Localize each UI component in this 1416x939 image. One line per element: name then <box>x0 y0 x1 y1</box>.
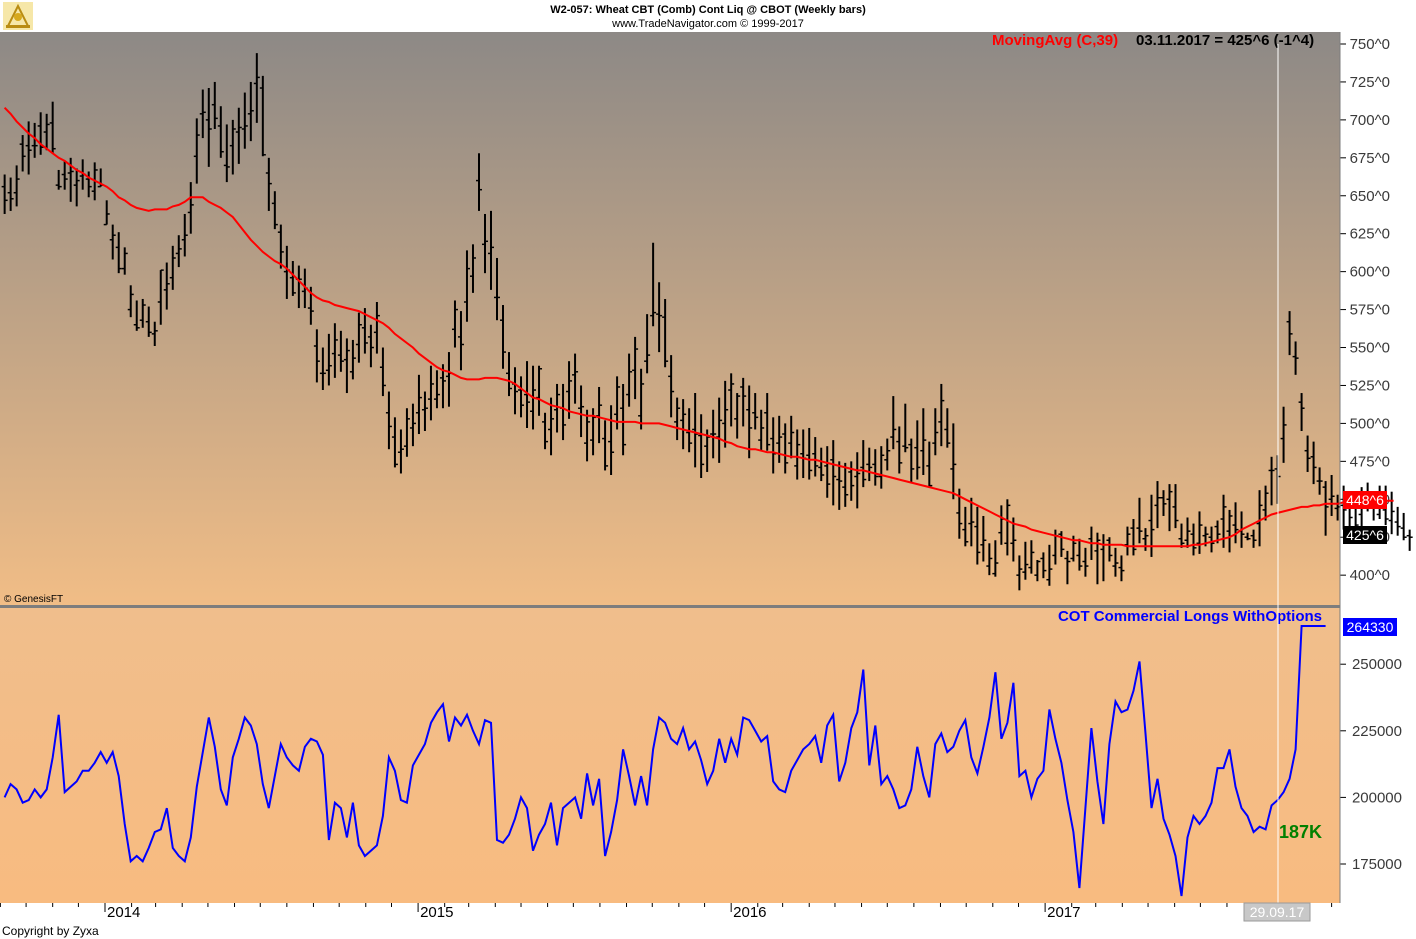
ma-legend-label: MovingAvg (C,39) <box>992 32 1118 49</box>
cot-annotation-187k: 187K <box>1279 822 1322 842</box>
price-tick-label: 575^0 <box>1350 302 1390 319</box>
ma-value-tag-text: 448^6 <box>1346 492 1384 508</box>
ma-legend-value: 03.11.2017 = 425^6 (-1^4) <box>1136 32 1314 49</box>
cot-tick-label: 175000 <box>1352 856 1402 873</box>
price-tick-label: 650^0 <box>1350 188 1390 205</box>
price-tick-label: 700^0 <box>1350 112 1390 129</box>
cursor-date-text: 29.09.17 <box>1250 904 1305 920</box>
last-price-tag: 425^6 <box>1343 526 1387 544</box>
source-label: © GenesisFT <box>4 594 63 605</box>
cot-panel-bg <box>0 608 1340 903</box>
year-label: 2016 <box>733 904 766 921</box>
cursor-date-tag: 29.09.17 <box>1243 902 1311 922</box>
cot-y-axis: 250000 225000 200000 175000 <box>1340 656 1402 873</box>
year-label: 2017 <box>1047 904 1080 921</box>
price-tick-label: 725^0 <box>1350 74 1390 91</box>
cot-tick-label: 200000 <box>1352 789 1402 806</box>
year-label: 2015 <box>420 904 453 921</box>
ma-value-tag: 448^6 <box>1343 491 1387 509</box>
cot-tick-label: 250000 <box>1352 656 1402 673</box>
chart-subtitle: www.TradeNavigator.com © 1999-2017 <box>611 18 804 30</box>
price-tick-label: 550^0 <box>1350 340 1390 357</box>
copyright-label: Copyright by Zyxa <box>2 924 99 938</box>
cot-value-tag: 264330 <box>1343 618 1397 636</box>
price-tick-label: 625^0 <box>1350 226 1390 243</box>
price-tick-label: 475^0 <box>1350 453 1390 470</box>
cot-value-tag-text: 264330 <box>1347 619 1394 635</box>
price-tick-label: 525^0 <box>1350 377 1390 394</box>
price-bar <box>1400 512 1407 541</box>
price-tick-label: 675^0 <box>1350 150 1390 167</box>
price-bar <box>1406 529 1413 551</box>
year-label: 2014 <box>107 904 140 921</box>
cot-tick-label: 225000 <box>1352 723 1402 740</box>
last-price-tag-text: 425^6 <box>1346 527 1384 543</box>
chart-canvas: W2-057: Wheat CBT (Comb) Cont Liq @ CBOT… <box>0 0 1416 939</box>
price-bar <box>1394 506 1401 536</box>
chart-title: W2-057: Wheat CBT (Comb) Cont Liq @ CBOT… <box>550 4 866 16</box>
x-axis-strip <box>0 903 1416 939</box>
cot-panel-title: COT Commercial Longs WithOptions <box>1058 608 1322 625</box>
price-tick-label: 400^0 <box>1350 567 1390 584</box>
price-tick-label: 750^0 <box>1350 36 1390 53</box>
logo-icon <box>3 2 33 30</box>
price-tick-label: 500^0 <box>1350 415 1390 432</box>
price-tick-label: 600^0 <box>1350 264 1390 281</box>
